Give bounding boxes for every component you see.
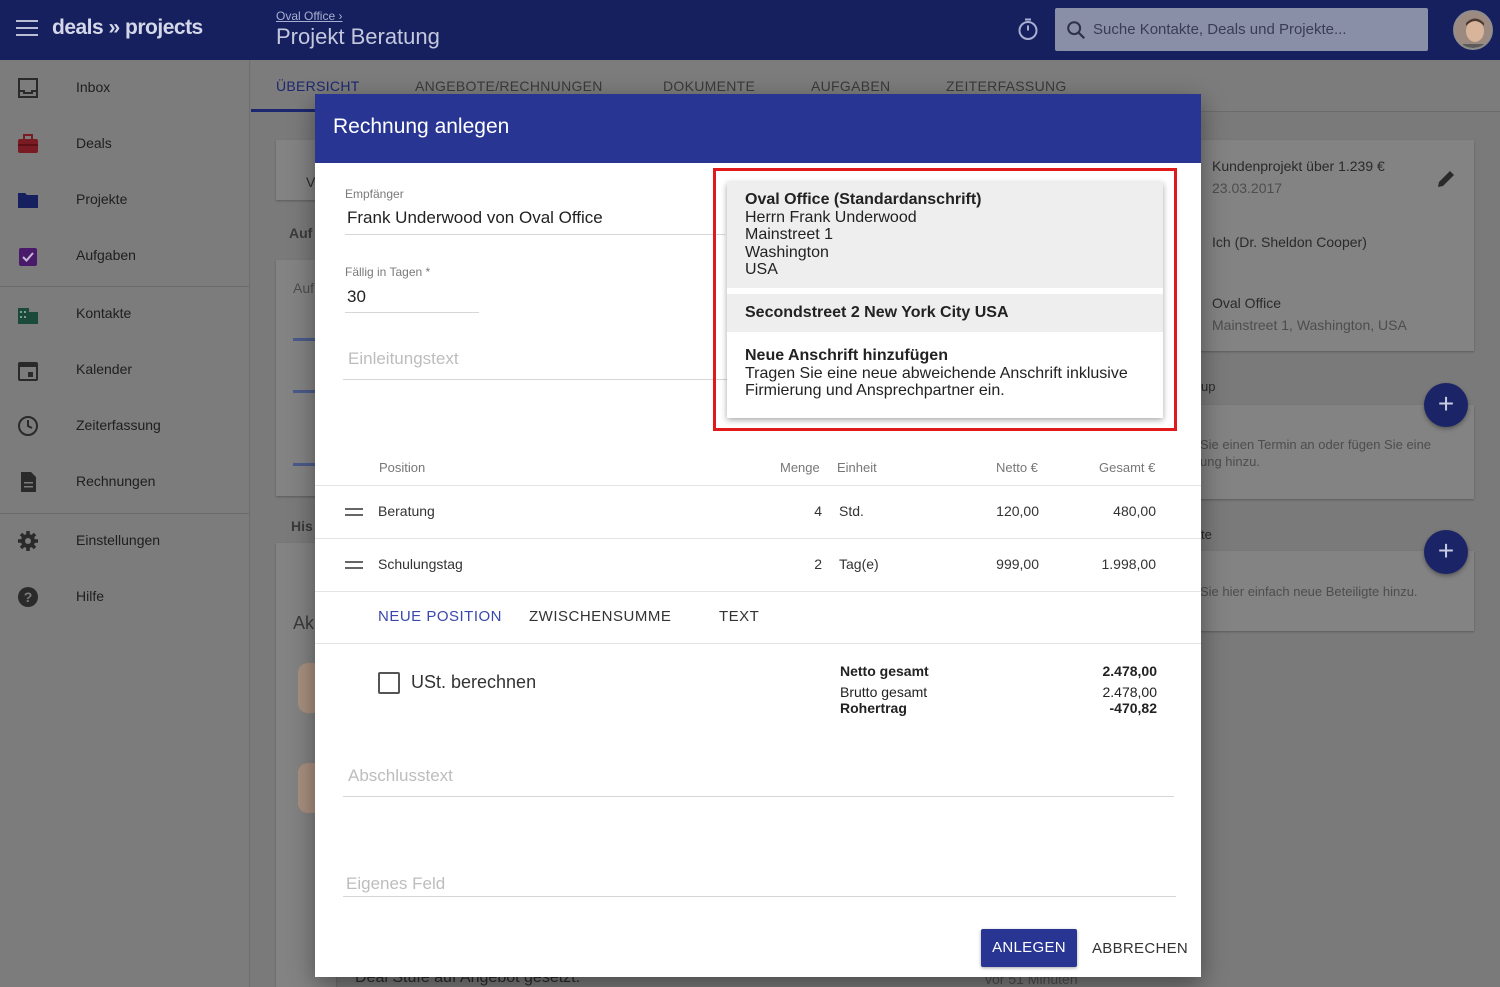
- sidebar-item-kalender[interactable]: Kalender: [0, 342, 250, 398]
- tab-aufgaben[interactable]: AUFGABEN: [811, 78, 890, 94]
- col-header-gesamt: Gesamt €: [1099, 460, 1156, 475]
- recipient-underline: [345, 234, 725, 235]
- sidebar-item-einstellungen[interactable]: Einstellungen: [0, 513, 250, 569]
- calendar-icon: [18, 362, 38, 381]
- address-dropdown: Oval Office (Standardanschrift) Herrn Fr…: [727, 182, 1163, 418]
- tab-zeiterfassung[interactable]: ZEITERFASSUNG: [946, 78, 1067, 94]
- tab-angebote-rechnungen[interactable]: ANGEBOTE/RECHNUNGEN: [415, 78, 603, 94]
- create-button[interactable]: ANLEGEN: [981, 929, 1077, 967]
- text-button[interactable]: TEXT: [719, 608, 759, 625]
- gross-total-value: 2.478,00: [1102, 684, 1158, 700]
- col-header-position: Position: [379, 460, 426, 475]
- drag-handle-icon[interactable]: [345, 561, 363, 569]
- building-icon: [18, 308, 38, 324]
- clipboard-check-icon: [19, 248, 37, 266]
- custom-field[interactable]: Eigenes Feld: [346, 874, 445, 894]
- sidebar-item-deals[interactable]: Deals: [0, 116, 250, 172]
- address-option-secondstreet[interactable]: Secondstreet 2 New York City USA: [727, 294, 1163, 332]
- address-option-standard[interactable]: Oval Office (Standardanschrift) Herrn Fr…: [727, 182, 1163, 288]
- tab-uebersicht[interactable]: ÜBERSICHT: [276, 78, 360, 94]
- inbox-icon: [18, 78, 38, 98]
- col-header-menge: Menge: [780, 460, 820, 475]
- sidebar-item-inbox[interactable]: Inbox: [0, 60, 250, 116]
- custom-field-underline: [343, 896, 1176, 897]
- gross-margin-label: Rohertrag: [840, 700, 907, 716]
- net-total-value: 2.478,00: [1102, 663, 1158, 679]
- page-title: Projekt Beratung: [276, 24, 440, 49]
- drag-handle-icon[interactable]: [345, 508, 363, 516]
- app-logo[interactable]: deals » projects: [52, 16, 203, 40]
- document-icon: [21, 472, 36, 492]
- sidebar-item-projekte[interactable]: Projekte: [0, 172, 250, 228]
- dialog-header: Rechnung anlegen: [315, 94, 1201, 163]
- sidebar-item-aufgaben[interactable]: Aufgaben: [0, 228, 250, 284]
- bg-card-deal-info: Kundenprojekt über 1.239 € 23.03.2017 Ic…: [1190, 140, 1474, 351]
- gross-margin-value: -470,82: [1109, 700, 1157, 716]
- user-face-icon: [1455, 12, 1491, 48]
- closing-text-underline: [343, 796, 1174, 797]
- clock-icon: [18, 416, 38, 436]
- help-icon: ?: [18, 587, 38, 607]
- stopwatch-icon[interactable]: [1016, 17, 1040, 41]
- briefcase-icon: [18, 134, 38, 153]
- gross-total-label: Brutto gesamt: [840, 684, 928, 700]
- new-position-button[interactable]: NEUE POSITION: [378, 608, 502, 625]
- recipient-label: Empfänger: [345, 187, 404, 201]
- vat-checkbox[interactable]: [378, 672, 400, 694]
- search-icon: [1067, 21, 1086, 40]
- due-days-label: Fällig in Tagen *: [345, 265, 431, 279]
- closing-text-field[interactable]: Abschlusstext: [348, 766, 453, 786]
- folder-icon: [18, 193, 38, 208]
- sidebar-item-rechnungen[interactable]: Rechnungen: [0, 454, 250, 510]
- address-option-add-new[interactable]: Neue Anschrift hinzufügen Tragen Sie ein…: [727, 332, 1163, 418]
- bg-section-heading: Auf: [289, 225, 313, 241]
- bg-history-heading: His: [291, 518, 313, 534]
- edit-pencil-icon[interactable]: [1435, 168, 1457, 190]
- top-app-bar: deals » projects Oval Office › Projekt B…: [0, 0, 1500, 60]
- search-input[interactable]: [1093, 8, 1423, 51]
- due-days-underline: [345, 312, 479, 313]
- intro-text-field[interactable]: Einleitungstext: [348, 349, 459, 369]
- tab-dokumente[interactable]: DOKUMENTE: [663, 78, 755, 94]
- sidebar: Inbox Deals Projekte Aufgaben Kontakte K…: [0, 60, 250, 987]
- subtotal-button[interactable]: ZWISCHENSUMME: [529, 608, 671, 625]
- due-days-field[interactable]: 30: [347, 287, 366, 307]
- user-avatar[interactable]: [1453, 10, 1493, 50]
- search-box[interactable]: [1055, 8, 1428, 51]
- col-header-einheit: Einheit: [837, 460, 877, 475]
- add-participant-button[interactable]: +: [1424, 530, 1468, 574]
- intro-text-underline: [343, 379, 743, 380]
- hamburger-menu-icon[interactable]: [16, 20, 38, 38]
- net-total-label: Netto gesamt: [840, 663, 929, 679]
- recipient-field[interactable]: Frank Underwood von Oval Office: [347, 208, 603, 228]
- cancel-button[interactable]: ABBRECHEN: [1092, 940, 1188, 957]
- breadcrumb[interactable]: Oval Office ›: [276, 9, 342, 23]
- sidebar-item-kontakte[interactable]: Kontakte: [0, 286, 250, 342]
- vat-label: USt. berechnen: [411, 672, 537, 692]
- sidebar-item-hilfe[interactable]: ? Hilfe: [0, 569, 250, 625]
- sidebar-item-zeiterfassung[interactable]: Zeiterfassung: [0, 398, 250, 454]
- gear-icon: [18, 531, 38, 551]
- col-header-netto: Netto €: [996, 460, 1038, 475]
- svg-text:?: ?: [24, 589, 33, 605]
- dialog-title: Rechnung anlegen: [333, 115, 510, 138]
- add-appointment-button[interactable]: +: [1424, 383, 1468, 427]
